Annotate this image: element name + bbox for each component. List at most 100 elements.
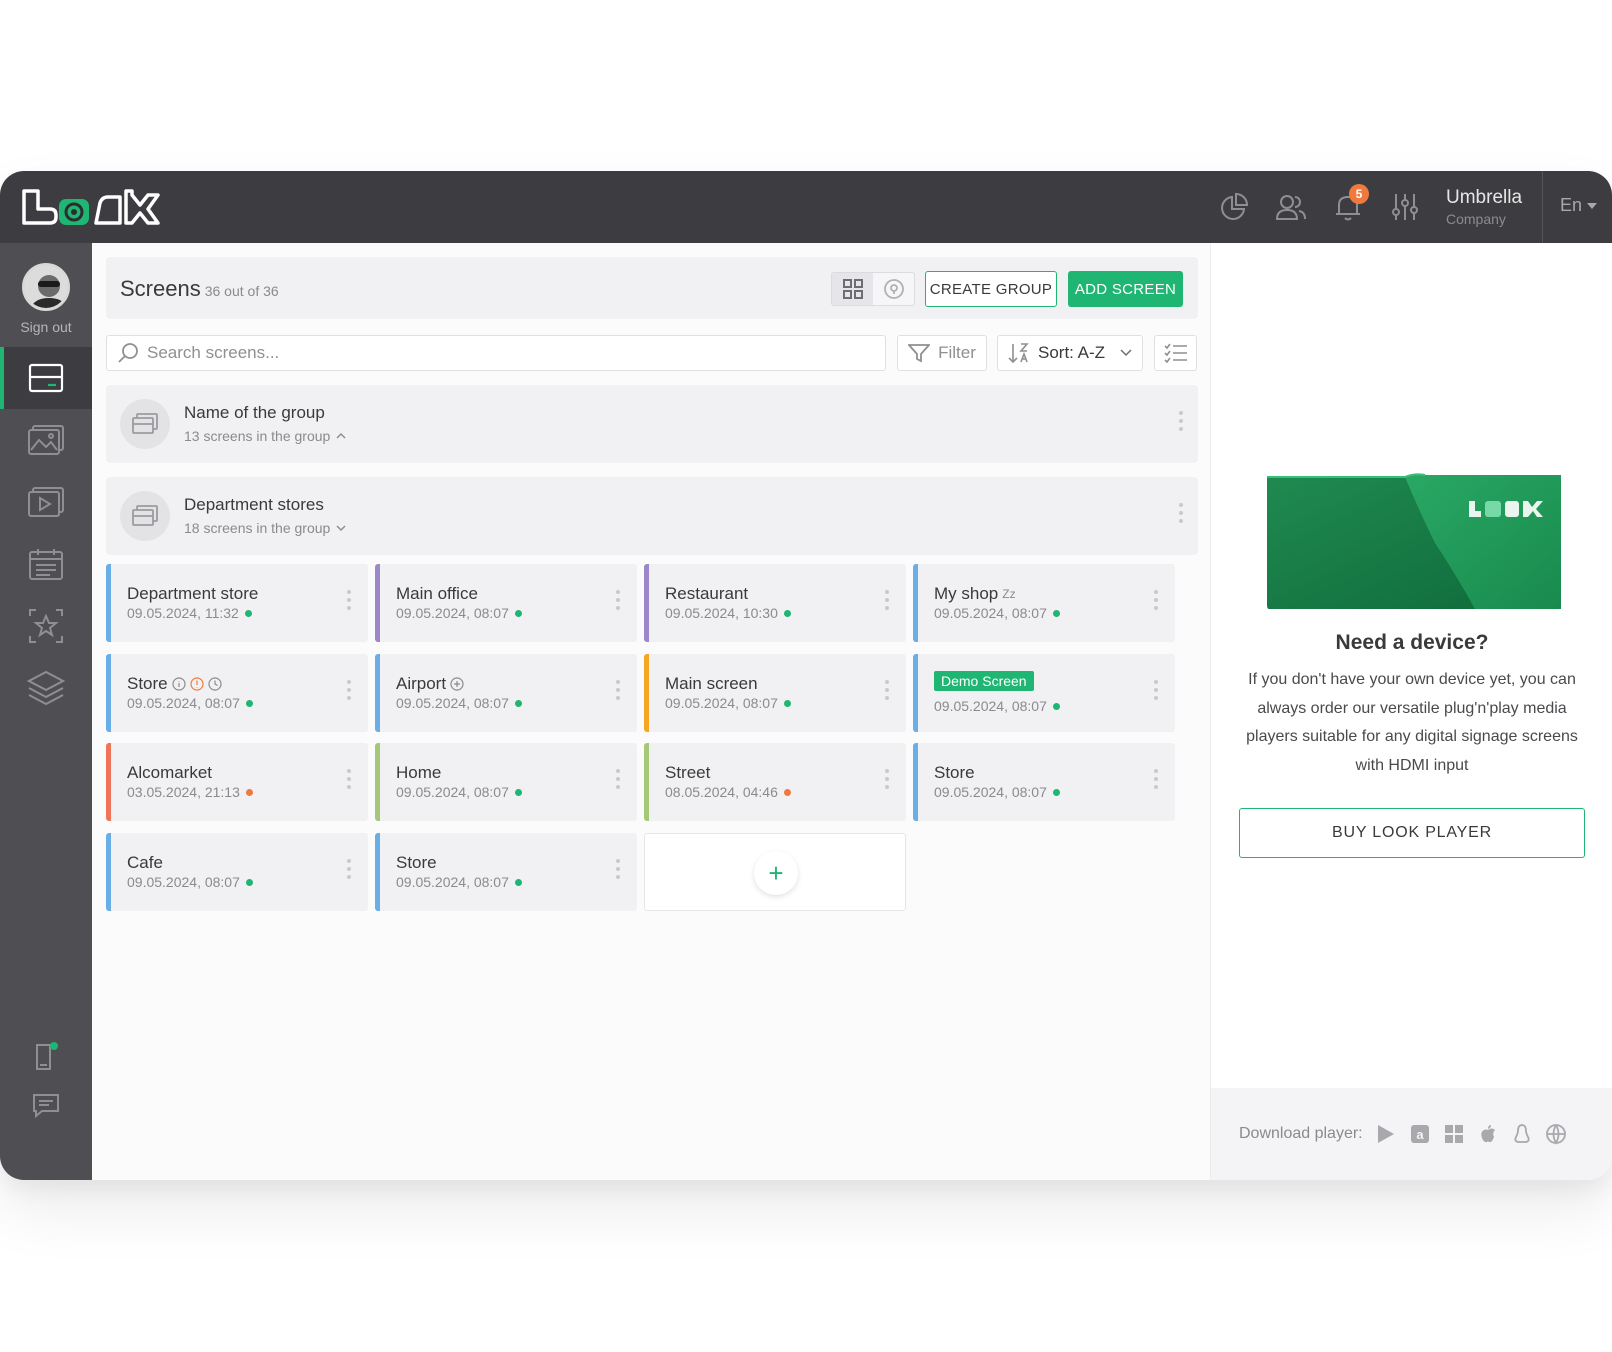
more-menu-icon[interactable] bbox=[884, 680, 890, 700]
more-menu-icon[interactable] bbox=[346, 680, 352, 700]
map-view-button[interactable] bbox=[873, 273, 914, 305]
company-switcher[interactable]: Umbrella Company bbox=[1446, 187, 1522, 227]
more-menu-icon[interactable] bbox=[1153, 680, 1159, 700]
settings-sliders-icon[interactable] bbox=[1388, 190, 1422, 224]
online-status-dot bbox=[514, 609, 522, 617]
screen-card[interactable]: Store 09.05.2024, 08:07 bbox=[375, 833, 637, 911]
amazon-icon[interactable]: a bbox=[1409, 1123, 1431, 1145]
bulk-select-button[interactable] bbox=[1154, 335, 1197, 371]
chevron-down-icon bbox=[336, 525, 346, 531]
map-pin-icon bbox=[883, 279, 904, 299]
group-count[interactable]: 13 screens in the group bbox=[184, 428, 346, 444]
add-screen-button[interactable]: ADD SCREEN bbox=[1068, 271, 1183, 307]
screen-card[interactable]: Restaurant 09.05.2024, 10:30 bbox=[644, 564, 906, 642]
more-menu-icon[interactable] bbox=[884, 590, 890, 610]
apple-icon[interactable] bbox=[1477, 1123, 1499, 1145]
promo-text: If you don't have your own device yet, y… bbox=[1246, 671, 1578, 774]
search-input[interactable] bbox=[147, 343, 847, 363]
screen-title: Demo Screen bbox=[934, 671, 1034, 691]
grid-view-button[interactable] bbox=[832, 273, 873, 305]
language-label: En bbox=[1560, 195, 1583, 215]
screen-card[interactable]: My shop Zz 09.05.2024, 08:07 bbox=[913, 564, 1175, 642]
group-row[interactable]: Department stores 18 screens in the grou… bbox=[106, 477, 1198, 555]
screen-card[interactable]: Store 09.05.2024, 08:07 bbox=[913, 743, 1175, 821]
sidebar-item-playlists[interactable] bbox=[0, 471, 92, 533]
look-logo[interactable] bbox=[20, 185, 160, 229]
last-seen: 08.05.2024, 04:46 bbox=[665, 784, 791, 800]
screen-card[interactable]: Airport 09.05.2024, 08:07 bbox=[375, 654, 637, 732]
screen-icon bbox=[28, 363, 64, 393]
more-menu-icon[interactable] bbox=[884, 769, 890, 789]
company-name: Umbrella bbox=[1446, 187, 1523, 208]
screen-name: Alcomarket bbox=[127, 763, 213, 782]
status-color-bar bbox=[375, 833, 380, 911]
more-menu-icon[interactable] bbox=[1153, 769, 1159, 789]
filter-button[interactable]: Filter bbox=[897, 335, 987, 371]
screen-title: Street bbox=[665, 763, 710, 783]
sidebar-item-chat[interactable] bbox=[0, 1083, 92, 1129]
sidebar-item-device-status[interactable] bbox=[0, 1033, 92, 1079]
sort-dropdown[interactable]: Sort: A-Z bbox=[997, 335, 1143, 371]
screen-name: Street bbox=[665, 763, 711, 782]
more-menu-icon[interactable] bbox=[615, 859, 621, 879]
sidebar-item-media[interactable] bbox=[0, 409, 92, 471]
online-status-dot bbox=[514, 878, 522, 886]
create-group-button[interactable]: CREATE GROUP bbox=[925, 271, 1057, 307]
language-selector[interactable]: En bbox=[1560, 195, 1598, 216]
sign-out-link[interactable]: Sign out bbox=[0, 319, 92, 335]
chevron-up-icon bbox=[336, 433, 346, 439]
users-icon[interactable] bbox=[1274, 190, 1308, 224]
more-menu-icon[interactable] bbox=[346, 590, 352, 610]
screen-name: Home bbox=[396, 763, 442, 782]
last-seen: 09.05.2024, 08:07 bbox=[127, 874, 253, 890]
status-color-bar bbox=[913, 564, 918, 642]
group-name: Department stores bbox=[184, 495, 324, 514]
notifications-bell-icon[interactable]: 5 bbox=[1331, 184, 1369, 224]
online-status-dot bbox=[1052, 788, 1060, 796]
screen-card[interactable]: Street 08.05.2024, 04:46 bbox=[644, 743, 906, 821]
last-seen-date: 09.05.2024, 08:07 bbox=[396, 605, 509, 621]
analytics-icon[interactable] bbox=[1217, 190, 1251, 224]
last-seen: 09.05.2024, 11:32 bbox=[127, 605, 252, 621]
screen-title: Home bbox=[396, 763, 441, 783]
screen-title: Store bbox=[396, 853, 437, 873]
screen-card[interactable]: Cafe 09.05.2024, 08:07 bbox=[106, 833, 368, 911]
screen-card[interactable]: Home 09.05.2024, 08:07 bbox=[375, 743, 637, 821]
page-header: Screens 36 out of 36 CREATE GROUP ADD SCR… bbox=[106, 257, 1198, 319]
more-menu-icon[interactable] bbox=[615, 680, 621, 700]
linux-icon[interactable] bbox=[1511, 1123, 1533, 1145]
more-menu-icon[interactable] bbox=[1178, 411, 1184, 431]
group-row[interactable]: Name of the group 13 screens in the grou… bbox=[106, 385, 1198, 463]
windows-icon[interactable] bbox=[1443, 1123, 1465, 1145]
more-menu-icon[interactable] bbox=[615, 590, 621, 610]
screen-title: Store bbox=[934, 763, 975, 783]
google-play-icon[interactable] bbox=[1375, 1123, 1397, 1145]
more-menu-icon[interactable] bbox=[1178, 503, 1184, 523]
group-count[interactable]: 18 screens in the group bbox=[184, 520, 346, 536]
page-title: Screens 36 out of 36 bbox=[120, 276, 279, 302]
screen-card[interactable]: Alcomarket 03.05.2024, 21:13 bbox=[106, 743, 368, 821]
web-icon[interactable] bbox=[1545, 1123, 1567, 1145]
screen-name: Cafe bbox=[127, 853, 163, 872]
sidebar-item-layers[interactable] bbox=[0, 657, 92, 719]
screen-title: Restaurant bbox=[665, 584, 748, 604]
buy-look-player-button[interactable]: BUY LOOK PLAYER bbox=[1239, 808, 1585, 858]
avatar[interactable] bbox=[22, 263, 70, 311]
add-screen-tile[interactable]: + bbox=[644, 833, 906, 911]
screen-card[interactable]: Department store 09.05.2024, 11:32 bbox=[106, 564, 368, 642]
more-menu-icon[interactable] bbox=[1153, 590, 1159, 610]
more-menu-icon[interactable] bbox=[615, 769, 621, 789]
plus-icon[interactable]: + bbox=[754, 851, 798, 895]
screen-card[interactable]: Store 09.05.2024, 08:07 bbox=[106, 654, 368, 732]
search-field[interactable] bbox=[106, 335, 886, 371]
screen-card[interactable]: Main office 09.05.2024, 08:07 bbox=[375, 564, 637, 642]
sleep-indicator: Zz bbox=[1002, 587, 1016, 601]
sidebar-item-schedule[interactable] bbox=[0, 533, 92, 595]
more-menu-icon[interactable] bbox=[346, 769, 352, 789]
more-menu-icon[interactable] bbox=[346, 859, 352, 879]
screen-card[interactable]: Demo Screen 09.05.2024, 08:07 bbox=[913, 654, 1175, 732]
screen-card[interactable]: Main screen 09.05.2024, 08:07 bbox=[644, 654, 906, 732]
sidebar-item-favorites[interactable] bbox=[0, 595, 92, 657]
screen-title: Alcomarket bbox=[127, 763, 212, 783]
sidebar-item-screens[interactable] bbox=[0, 347, 92, 409]
